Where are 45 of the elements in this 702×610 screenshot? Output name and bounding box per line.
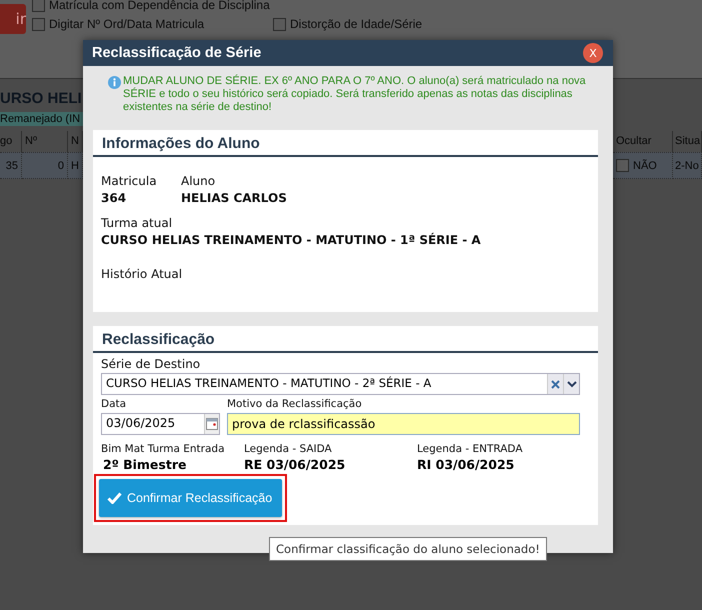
legend-label: Bim Mat Turma Entrada (101, 443, 226, 455)
field-label: Aluno (181, 174, 216, 188)
clear-icon[interactable] (547, 374, 563, 394)
select-field[interactable]: CURSO HELIAS TREINAMENTO - MATUTINO - 2ª SÉRIE - A (101, 373, 580, 395)
exit-button[interactable]: ir (0, 4, 26, 34)
table-cell: 0 (58, 160, 64, 172)
close-button[interactable]: X (583, 43, 603, 63)
field-value: CURSO HELIAS TREINAMENTO - MATUTINO - 1ª SÉRIE - A (101, 233, 482, 247)
checkbox[interactable] (32, 18, 45, 30)
table-cell: NÃO (633, 160, 657, 172)
field-label: Motivo da Reclassificação (227, 398, 363, 410)
field-label: Série de Destino (101, 357, 202, 371)
checkbox[interactable] (273, 18, 286, 30)
legend-label: Legenda - SAIDA (244, 443, 333, 455)
table-cell: 2-No (675, 160, 699, 172)
check-icon (107, 492, 122, 504)
dialog-title: Reclassificação de Série (92, 45, 262, 61)
field-value: 364 (101, 191, 128, 205)
calendar-icon[interactable] (204, 414, 219, 434)
panel-heading: Informações do Aluno (93, 130, 598, 157)
group-bar: Remanejado (IN (0, 112, 83, 126)
reason-field[interactable]: prova de rclassificassão (227, 413, 580, 435)
legend-label: Legenda - ENTRADA (417, 443, 523, 455)
checkbox-label: Digitar Nº Ord/Data Matricula (49, 17, 204, 31)
field-label: Data (101, 398, 128, 410)
tooltip: Confirmar classificação do aluno selecionado! (269, 537, 547, 561)
table-cell: H (71, 160, 79, 172)
field-value: HELIAS CARLOS (181, 191, 287, 205)
info-icon (108, 76, 121, 89)
page-title: URSO HELI (0, 90, 82, 107)
checkbox-label: Distorção de Idade/Série (290, 17, 422, 31)
legend-value: 2º Bimestre (102, 457, 188, 472)
field-label: Matricula (101, 174, 158, 188)
notice-text: MUDAR ALUNO DE SÉRIE. EX 6º ANO PARA O 7º ANO. O aluno(a) será matriculado na nova SÉRIE e todo o seu histórico será copiado. Será transferido apenas as notas das disciplinas existentes na série de destino! (123, 75, 587, 114)
checkbox[interactable] (32, 0, 45, 12)
legend-value: RI 03/06/2025 (417, 457, 516, 472)
dropdown-icon[interactable] (563, 374, 579, 394)
date-field[interactable]: 03/06/2025 (101, 413, 220, 435)
panel-heading: Reclassificação (93, 326, 598, 353)
checkbox[interactable] (616, 159, 629, 172)
field-label: Turma atual (101, 216, 174, 230)
checkbox-label: Matrícula com Dependência de Disciplina (49, 0, 270, 12)
table-cell: 35 (6, 160, 18, 172)
legend-value: RE 03/06/2025 (244, 457, 346, 472)
field-label: Histório Atual (101, 267, 184, 281)
